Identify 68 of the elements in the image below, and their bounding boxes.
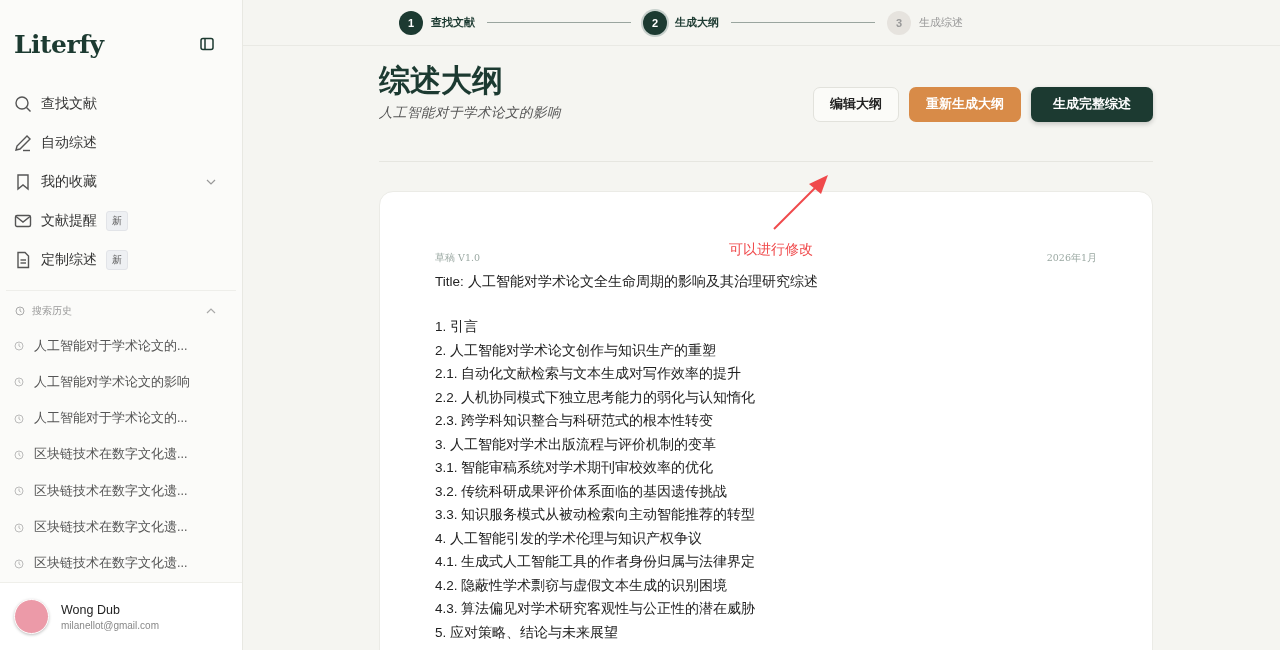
user-email: milanellot@gmail.com [61, 619, 159, 631]
page-title: 综述大纲 [379, 63, 504, 98]
outline-line: 3.2. 传统科研成果评价体系面临的基因遗传挑战 [435, 482, 729, 501]
step-label: 查找文献 [431, 15, 475, 30]
nav-item[interactable]: 定制综述 新 [0, 240, 242, 280]
history-icon [15, 306, 25, 317]
pencil-icon [14, 134, 32, 153]
history-item[interactable]: 区块链技术在数字文化遗... [0, 545, 242, 582]
outline-line: 2.1. 自动化文献检索与文本生成对写作效率的提升 [435, 365, 743, 383]
history-item[interactable]: 区块链技术在数字文化遗... [0, 509, 242, 546]
nav-item[interactable]: 文献提醒 新 [0, 201, 242, 241]
new-badge: 新 [106, 250, 128, 271]
outline-line: 1. 引言 [435, 318, 479, 336]
outline-line: 4. 人工智能引发的学术伦理与知识产权争议 [435, 529, 703, 548]
avatar[interactable] [14, 599, 49, 634]
history-item[interactable]: 区块链技术在数字文化遗... [0, 436, 242, 474]
nav-label: 我的收藏 [41, 173, 97, 192]
new-badge: 新 [106, 211, 128, 232]
section-title: 搜索历史 [32, 304, 72, 318]
draft-version: 草稿 V1.0 [435, 252, 480, 265]
annotation-arrow [771, 174, 831, 232]
bookmark-icon [14, 173, 32, 192]
nav-item[interactable]: 我的收藏 [0, 162, 242, 202]
clock-icon [14, 486, 24, 497]
outline-line: 3.3. 知识服务模式从被动检索向主动智能推荐的转型 [435, 506, 757, 524]
outline-line: 3. 人工智能对学术出版流程与评价机制的变革 [435, 435, 717, 454]
history-item[interactable]: 人工智能对于学术论文的... [0, 327, 242, 365]
outline-line: 4.1. 生成式人工智能工具的作者身份归属与法律界定 [435, 553, 757, 571]
clock-icon [14, 558, 24, 569]
chevron-icon[interactable] [206, 179, 216, 186]
action-button[interactable]: 编辑大纲 [813, 87, 899, 122]
outline-line: 3.1. 智能审稿系统对学术期刊审校效率的优化 [435, 459, 715, 477]
step-number: 1 [399, 10, 423, 35]
app-logo: Literfy [14, 29, 104, 59]
nav-label: 定制综述 [41, 251, 97, 270]
outline-title: Title: 人工智能对学术论文全生命周期的影响及其治理研究综述 [435, 273, 819, 291]
history-item[interactable]: 区块链技术在数字文化遗... [0, 473, 242, 510]
chevron-icon[interactable] [206, 308, 216, 315]
nav-item[interactable]: 自动综述 [0, 123, 242, 163]
history-item[interactable]: 人工智能对于学术论文的... [0, 400, 242, 437]
clock-icon [14, 341, 24, 352]
clock-icon [14, 449, 24, 460]
user-name: Wong Dub [61, 602, 121, 617]
step-label: 生成综述 [919, 15, 963, 30]
outline-line: 4.3. 算法偏见对学术研究客观性与公正性的潜在威胁 [435, 600, 757, 618]
clock-icon [14, 522, 24, 533]
nav-label: 文献提醒 [41, 212, 97, 231]
outline-line: 2.3. 跨学科知识整合与科研范式的根本性转变 [435, 412, 715, 430]
nav-item[interactable]: 查找文献 [0, 84, 242, 124]
draft-date: 2026年1月 [1046, 252, 1097, 265]
nav-label: 查找文献 [41, 95, 97, 114]
step-label: 生成大纲 [675, 15, 719, 30]
clock-icon [14, 413, 24, 424]
outline-line: 2. 人工智能对学术论文创作与知识生产的重塑 [435, 341, 717, 360]
annotation-text: 可以进行修改 [729, 241, 813, 259]
outline-line: 4.2. 隐蔽性学术剽窃与虚假文本生成的识别困境 [435, 576, 729, 595]
outline-line: 5. 应对策略、结论与未来展望 [435, 623, 619, 642]
document-icon [14, 251, 32, 270]
step-number: 3 [887, 10, 911, 35]
page-subtitle: 人工智能对于学术论文的影响 [379, 104, 561, 122]
outline-line: 2.2. 人机协同模式下独立思考能力的弱化与认知惰化 [435, 388, 757, 407]
search-icon [14, 95, 32, 114]
clock-icon [14, 377, 24, 388]
step-number: 2 [643, 10, 667, 35]
sidebar-toggle-icon[interactable] [200, 37, 214, 52]
nav-label: 自动综述 [41, 134, 97, 153]
history-item[interactable]: 人工智能对学术论文的影响 [0, 364, 242, 401]
action-button[interactable]: 生成完整综述 [1031, 87, 1153, 122]
